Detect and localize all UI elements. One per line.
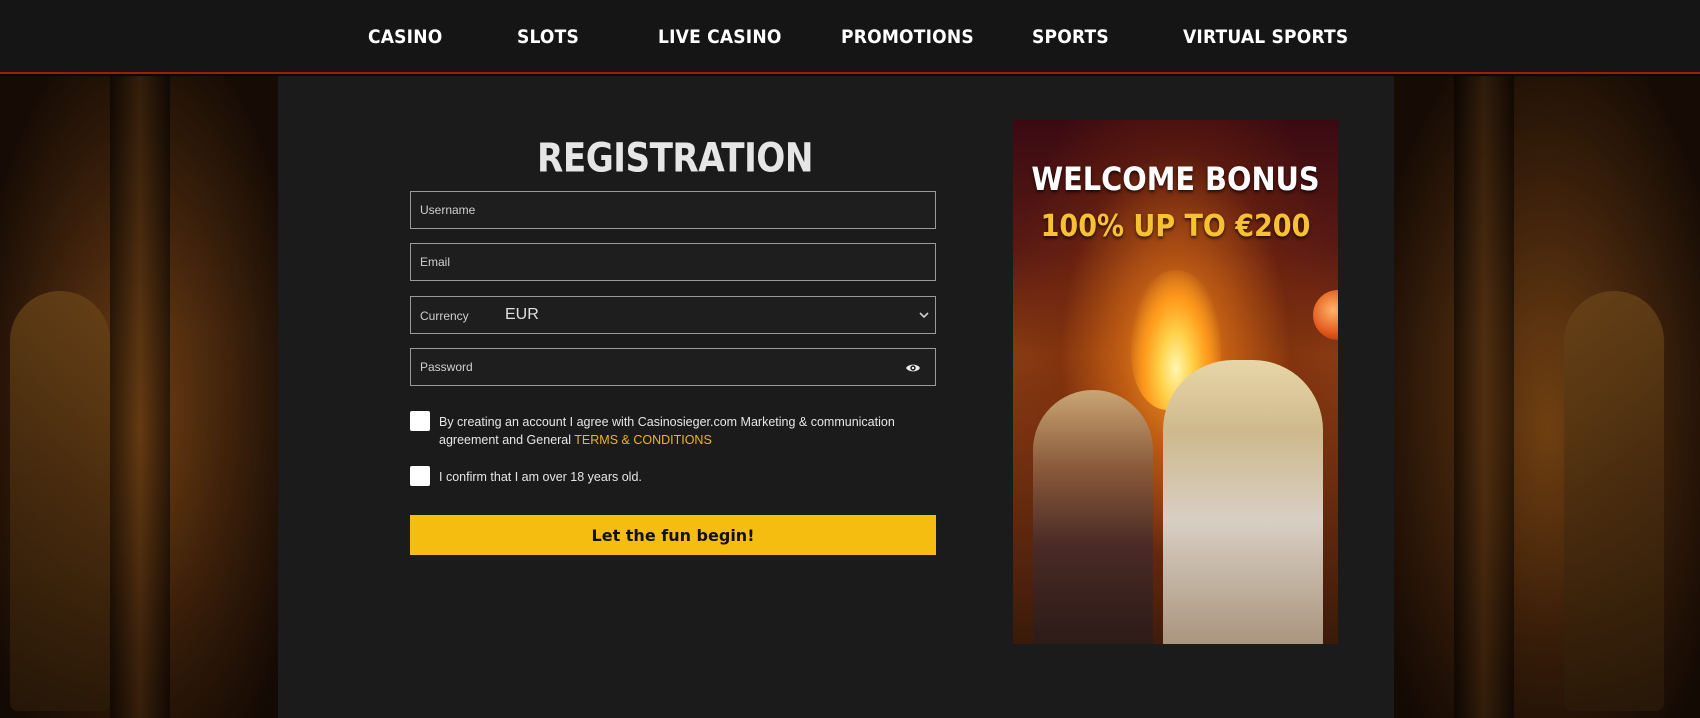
background-statue [1564, 291, 1664, 711]
age-checkbox[interactable] [410, 466, 430, 486]
nav-item-slots[interactable]: SLOTS [517, 26, 579, 48]
background-statue [10, 291, 110, 711]
username-input[interactable] [411, 192, 935, 228]
password-input[interactable] [411, 349, 935, 385]
top-navigation: CASINO SLOTS LIVE CASINO PROMOTIONS SPOR… [0, 0, 1700, 74]
currency-value: EUR [505, 306, 539, 323]
background-pillar [110, 76, 170, 718]
banner-headline: WELCOME BONUS [1031, 160, 1320, 198]
currency-label: Currency [420, 309, 469, 323]
submit-button[interactable]: Let the fun begin! [410, 515, 936, 555]
consent-checkbox[interactable] [410, 411, 430, 431]
banner-offer: 100% UP TO €200 [1040, 209, 1311, 244]
explorer-character-illustration [1033, 390, 1153, 644]
horus-character-illustration [1163, 360, 1323, 644]
currency-select[interactable]: Currency EUR [410, 296, 936, 334]
nav-item-sports[interactable]: SPORTS [1032, 26, 1109, 48]
consent-text: By creating an account I agree with Casi… [439, 413, 939, 449]
promo-banner[interactable]: WELCOME BONUS 100% UP TO €200 [1013, 120, 1338, 644]
orb-illustration [1313, 290, 1338, 340]
nav-item-casino[interactable]: CASINO [368, 26, 442, 48]
eye-icon[interactable] [905, 361, 921, 375]
email-field[interactable] [410, 243, 936, 281]
terms-link[interactable]: TERMS & CONDITIONS [574, 433, 712, 447]
email-input[interactable] [411, 244, 935, 280]
nav-item-live-casino[interactable]: LIVE CASINO [658, 26, 782, 48]
background-right-art [1394, 76, 1700, 718]
age-label: I confirm that I am over 18 years old. [439, 470, 642, 484]
background-left-art [0, 76, 278, 718]
page-title: REGISTRATION [537, 134, 813, 182]
chevron-down-icon [919, 308, 929, 322]
background-pillar [1454, 76, 1514, 718]
nav-item-promotions[interactable]: PROMOTIONS [841, 26, 974, 48]
password-field[interactable] [410, 348, 936, 386]
nav-item-virtual-sports[interactable]: VIRTUAL SPORTS [1183, 26, 1348, 48]
username-field[interactable] [410, 191, 936, 229]
